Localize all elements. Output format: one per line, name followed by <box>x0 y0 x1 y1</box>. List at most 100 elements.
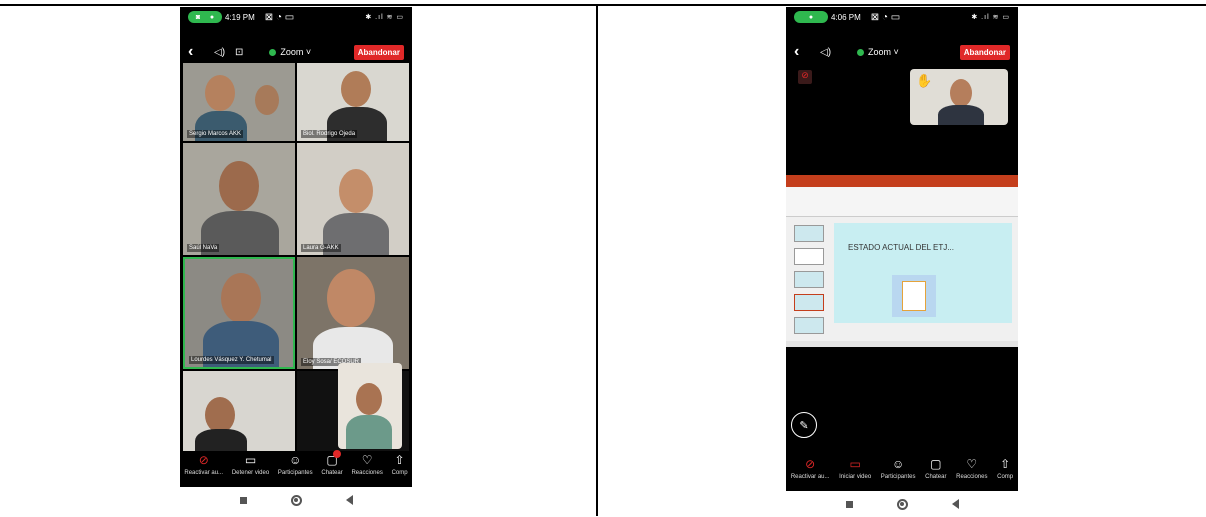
leave-button[interactable]: Abandonar <box>353 44 404 60</box>
meeting-toolbar: ⊘ Reactivar au... ▭ Detener video ☺ Partici… <box>180 450 412 487</box>
slide-thumbnail <box>794 317 824 334</box>
speaker-icon[interactable]: ◁) <box>820 47 831 58</box>
participant-face <box>339 169 373 213</box>
reactions-button[interactable]: ♡ Reacciones <box>351 453 382 476</box>
participants-icon: ☺ <box>892 457 905 471</box>
participant-face <box>327 269 375 327</box>
mic-icon: ● <box>209 13 215 21</box>
participant-name: Laura G-AKK <box>301 244 341 252</box>
chat-bubble-icon: ▢ <box>930 457 942 471</box>
mic-muted-icon: ⊘ <box>198 453 209 467</box>
unmute-button[interactable]: ⊘ Reactivar au... <box>184 453 223 476</box>
signal-battery-icons: ✱ .ıl ≋ ▭ <box>365 14 404 21</box>
participants-button[interactable]: ☺ Participantes <box>881 457 916 480</box>
participant-body <box>346 415 392 449</box>
home-icon[interactable] <box>290 494 302 506</box>
current-slide: ESTADO ACTUAL DEL ETJ... <box>834 223 1012 323</box>
back-icon[interactable] <box>345 495 353 505</box>
share-screen-icon: ⇧ <box>1000 457 1011 471</box>
stop-video-button[interactable]: ▭ Detener video <box>232 453 269 476</box>
chat-button[interactable]: ▢ Chatear <box>321 450 343 476</box>
slide-thumbnail <box>794 294 824 311</box>
share-button[interactable]: ⇧ Comp <box>997 457 1013 480</box>
ribbon-toolbar <box>786 187 1018 217</box>
slide-thumbnail <box>794 225 824 242</box>
app-status-bar <box>786 341 1018 347</box>
back-icon[interactable] <box>951 499 959 509</box>
slide-thumbnails <box>790 219 828 341</box>
speaker-icon[interactable]: ◁) <box>214 47 225 58</box>
left-phone-screen: ◙ ● 4:19 PM ⊠ ◔ ▭ ✱ .ıl ≋ ▭ ‹ ◁) ⊡ Zoom ˅… <box>180 7 412 487</box>
heart-icon: ♡ <box>361 453 373 467</box>
slide-thumbnail <box>794 271 824 288</box>
recents-icon[interactable] <box>239 496 247 504</box>
video-tile[interactable]: Eloy Sosa/ ECOSUR <box>297 257 409 369</box>
slide-title: ESTADO ACTUAL DEL ETJ... <box>848 243 954 252</box>
slide-thumbnail <box>794 248 824 265</box>
heart-icon: ♡ <box>966 457 978 471</box>
mic-icon: ● <box>808 13 814 21</box>
table-column-divider <box>596 4 598 516</box>
participant-face <box>205 75 235 111</box>
signal-battery-icons: ✱ .ıl ≋ ▭ <box>971 14 1010 21</box>
video-tile-active-speaker[interactable]: Lourdes Vásquez Y. Chetumal <box>183 257 295 369</box>
participant-face <box>356 383 382 415</box>
secure-shield-icon <box>857 48 865 56</box>
video-tile[interactable]: Saúl NaVa <box>183 143 295 255</box>
video-tile[interactable]: Laura G-AKK <box>297 143 409 255</box>
camera-icon: ◙ <box>195 13 201 21</box>
participant-body <box>195 429 247 451</box>
annotate-pen-button[interactable]: ✎ <box>791 412 817 438</box>
status-time: 4:19 PM <box>225 12 255 22</box>
meeting-info-dropdown[interactable]: Zoom ˅ <box>269 47 311 57</box>
app-title-bar <box>786 175 1018 182</box>
status-icons: ⊠ ◔ ▭ <box>264 11 295 23</box>
meeting-top-bar: ‹ ◁) ⊡ Zoom ˅ Abandonar <box>180 42 412 62</box>
switch-camera-icon[interactable]: ⊡ <box>235 47 243 58</box>
meeting-toolbar: ⊘ Reactivar au... ▭ Iniciar video ☺ Partici… <box>786 457 1018 491</box>
back-chevron-icon[interactable]: ‹ <box>794 43 810 61</box>
participant-face <box>950 79 972 107</box>
participant-face <box>221 273 261 323</box>
speaker-video-tile[interactable]: ✋ <box>910 69 1008 125</box>
video-camera-icon: ▭ <box>244 453 257 467</box>
share-button[interactable]: ⇧ Comp <box>392 453 408 476</box>
recording-indicator: ● <box>794 11 828 23</box>
android-nav-bar <box>786 491 1018 517</box>
status-bar: ● 4:06 PM ⊠ ◔ ▭ ✱ .ıl ≋ ▭ <box>786 7 1018 27</box>
participant-name: Saúl NaVa <box>187 244 220 252</box>
reactions-button[interactable]: ♡ Reacciones <box>956 457 987 480</box>
participants-icon: ☺ <box>289 453 302 467</box>
unmute-button[interactable]: ⊘ Reactivar au... <box>791 457 830 480</box>
start-video-button[interactable]: ▭ Iniciar video <box>839 457 871 480</box>
mic-muted-icon: ⊘ <box>805 457 816 471</box>
status-icons: ⊠ ◔ ▭ <box>870 11 901 23</box>
status-time: 4:06 PM <box>831 12 861 22</box>
home-icon[interactable] <box>896 498 908 510</box>
participant-face <box>255 85 279 115</box>
meeting-info-dropdown[interactable]: Zoom ˅ <box>857 47 899 57</box>
chat-button[interactable]: ▢ Chatear <box>925 457 946 480</box>
participant-body <box>938 105 984 125</box>
video-tile[interactable]: Sergio Marcos AKK <box>183 63 295 141</box>
chat-unread-badge <box>332 450 341 458</box>
video-off-icon: ▭ <box>849 457 861 471</box>
pencil-icon: ✎ <box>799 419 809 432</box>
back-chevron-icon[interactable]: ‹ <box>188 43 204 61</box>
status-bar: ◙ ● 4:19 PM ⊠ ◔ ▭ ✱ .ıl ≋ ▭ <box>180 7 412 27</box>
document-illustration <box>892 275 936 317</box>
video-tile[interactable]: Biol. Rodrigo Ojeda <box>297 63 409 141</box>
screenshot-frame: ◙ ● 4:19 PM ⊠ ◔ ▭ ✱ .ıl ≋ ▭ ‹ ◁) ⊡ Zoom ˅… <box>0 0 1206 517</box>
recording-indicator: ◙ ● <box>188 11 222 23</box>
secure-shield-icon <box>269 48 277 56</box>
leave-button[interactable]: Abandonar <box>959 44 1010 60</box>
participants-button[interactable]: ☺ Participantes <box>278 453 313 476</box>
recents-icon[interactable] <box>845 500 853 508</box>
shared-screen-presentation[interactable]: ESTADO ACTUAL DEL ETJ... <box>786 175 1018 347</box>
participant-face <box>341 71 371 107</box>
participant-name: Sergio Marcos AKK <box>187 130 244 138</box>
raised-hand-icon: ✋ <box>916 73 933 88</box>
self-view-tile[interactable] <box>338 363 402 449</box>
document-icon <box>902 281 926 311</box>
video-tile[interactable] <box>183 371 295 451</box>
